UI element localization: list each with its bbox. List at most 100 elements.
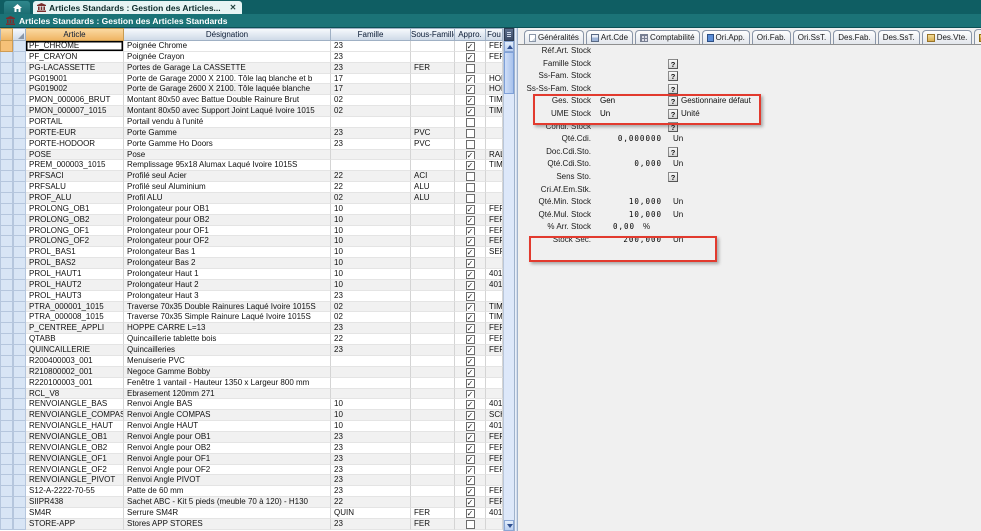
cell-article[interactable]: QTABB [26, 334, 124, 345]
cell-famille[interactable]: 23 [331, 432, 411, 443]
row-selector-cell[interactable] [13, 160, 26, 171]
table-row[interactable]: RENVOIANGLE_BASRenvoi Angle BAS10✓4010 [0, 399, 503, 410]
row-selector-cell[interactable] [13, 41, 26, 52]
cell-sous-famille[interactable] [411, 160, 455, 171]
cell-designation[interactable]: Renvoi Angle BAS [124, 399, 331, 410]
cell-designation[interactable]: Profilé seul Acier [124, 171, 331, 182]
cell-fournisseur[interactable] [486, 389, 503, 400]
cell-article[interactable]: R210800002_001 [26, 367, 124, 378]
cell-fournisseur[interactable]: FER [486, 323, 503, 334]
cell-fournisseur[interactable]: FER [486, 454, 503, 465]
panel-tab-ori-sst-[interactable]: Ori.SsT. [793, 30, 831, 44]
row-selector-cell[interactable] [13, 367, 26, 378]
cell-fournisseur[interactable] [486, 63, 503, 74]
cell-famille[interactable]: 10 [331, 226, 411, 237]
row-selector-cell[interactable] [13, 465, 26, 476]
cell-designation[interactable]: Serrure SM4R [124, 508, 331, 519]
cell-designation[interactable]: Portes de Garage La CASSETTE [124, 63, 331, 74]
appro-checkbox-checked[interactable]: ✓ [466, 161, 475, 170]
cell-fournisseur[interactable] [486, 291, 503, 302]
cell-famille[interactable]: 23 [331, 519, 411, 530]
cell-designation[interactable]: Prolongateur Haut 2 [124, 280, 331, 291]
cell-famille[interactable]: 23 [331, 128, 411, 139]
cell-fournisseur[interactable]: RAL [486, 150, 503, 161]
panel-tab-ori-app-[interactable]: Ori.App. [702, 30, 750, 44]
cell-fournisseur[interactable]: FER [486, 334, 503, 345]
table-row[interactable]: R200400003_001Menuiserie PVC✓ [0, 356, 503, 367]
cell-article[interactable]: SM4R [26, 508, 124, 519]
table-row[interactable]: SM4RSerrure SM4RQUINFER✓4010 [0, 508, 503, 519]
cell-famille[interactable]: 10 [331, 269, 411, 280]
cell-famille[interactable]: 23 [331, 63, 411, 74]
cell-sous-famille[interactable] [411, 475, 455, 486]
cell-sous-famille[interactable] [411, 226, 455, 237]
appro-checkbox-checked[interactable]: ✓ [466, 248, 475, 257]
row-selector-cell[interactable] [13, 204, 26, 215]
cell-designation[interactable]: Renvoi Angle pour OF2 [124, 465, 331, 476]
cell-famille[interactable]: 22 [331, 497, 411, 508]
appro-checkbox-checked[interactable]: ✓ [466, 259, 475, 268]
table-row[interactable]: PREM_000003_1015Remplissage 95x18 Alumax… [0, 160, 503, 171]
appro-checkbox-checked[interactable]: ✓ [466, 400, 475, 409]
cell-sous-famille[interactable] [411, 389, 455, 400]
row-selector-cell[interactable] [13, 302, 26, 313]
cell-designation[interactable]: Poignée Crayon [124, 52, 331, 63]
cell-fournisseur[interactable]: FER [486, 204, 503, 215]
row-selector-cell[interactable] [13, 356, 26, 367]
cell-famille[interactable]: 02 [331, 95, 411, 106]
select-all-corner[interactable] [13, 28, 26, 41]
cell-famille[interactable]: 17 [331, 74, 411, 85]
cell-article[interactable]: PROLONG_OF1 [26, 226, 124, 237]
appro-checkbox-checked[interactable]: ✓ [466, 509, 475, 518]
field-numeric-value[interactable]: 0,000000 [598, 133, 662, 146]
cell-sous-famille[interactable]: PVC [411, 139, 455, 150]
lookup-help-button[interactable]: ? [668, 147, 678, 157]
cell-famille[interactable]: 10 [331, 410, 411, 421]
cell-famille[interactable]: 10 [331, 258, 411, 269]
table-row[interactable]: RENVOIANGLE_COMPASRenvoi Angle COMPAS10✓… [0, 410, 503, 421]
close-icon[interactable]: ✕ [230, 3, 237, 12]
cell-article[interactable]: PROL_HAUT1 [26, 269, 124, 280]
cell-article[interactable]: RCL_V8 [26, 389, 124, 400]
cell-sous-famille[interactable] [411, 486, 455, 497]
cell-article[interactable]: PF_CRAYON [26, 52, 124, 63]
cell-fournisseur[interactable]: HOR [486, 84, 503, 95]
cell-article[interactable]: PROL_BAS2 [26, 258, 124, 269]
cell-famille[interactable]: 02 [331, 312, 411, 323]
row-selector-cell[interactable] [13, 74, 26, 85]
scroll-up-arrow[interactable] [504, 41, 514, 52]
cell-fournisseur[interactable]: FER [486, 486, 503, 497]
cell-fournisseur[interactable]: HOR [486, 74, 503, 85]
table-row[interactable]: PORTE-HODOORPorte Gamme Ho Doors23PVC [0, 139, 503, 150]
cell-article[interactable]: RENVOIANGLE_BAS [26, 399, 124, 410]
table-row[interactable]: S12-A-2222-70-55Patte de 60 mm23✓FER [0, 486, 503, 497]
cell-article[interactable]: SIIPR438 [26, 497, 124, 508]
cell-famille[interactable]: 22 [331, 171, 411, 182]
cell-fournisseur[interactable]: 4010 [486, 508, 503, 519]
row-selector-cell[interactable] [13, 280, 26, 291]
cell-fournisseur[interactable]: SEP [486, 247, 503, 258]
cell-sous-famille[interactable] [411, 399, 455, 410]
appro-checkbox-unchecked[interactable] [466, 520, 475, 529]
cell-article[interactable]: PMON_000006_BRUT [26, 95, 124, 106]
cell-sous-famille[interactable] [411, 258, 455, 269]
table-row[interactable]: PG019002Porte de Garage 2600 X 2100. Tôl… [0, 84, 503, 95]
table-row[interactable]: PROLONG_OF2Prolongateur pour OF210✓FER [0, 236, 503, 247]
table-row[interactable]: PROL_BAS2Prolongateur Bas 210✓ [0, 258, 503, 269]
cell-designation[interactable]: Quincaillerie tablette bois [124, 334, 331, 345]
cell-designation[interactable]: Prolongateur Haut 3 [124, 291, 331, 302]
cell-article[interactable]: R220100003_001 [26, 378, 124, 389]
row-selector-cell[interactable] [13, 312, 26, 323]
table-row[interactable]: PMON_000006_BRUTMontant 80x50 avec Battu… [0, 95, 503, 106]
cell-article[interactable]: PRFSALU [26, 182, 124, 193]
cell-fournisseur[interactable]: TIM [486, 95, 503, 106]
cell-famille[interactable] [331, 356, 411, 367]
cell-sous-famille[interactable]: ACI [411, 171, 455, 182]
table-row[interactable]: PG019001Porte de Garage 2000 X 2100. Tôl… [0, 74, 503, 85]
cell-designation[interactable]: Prolongateur Bas 1 [124, 247, 331, 258]
appro-checkbox-checked[interactable]: ✓ [466, 270, 475, 279]
cell-sous-famille[interactable] [411, 356, 455, 367]
cell-sous-famille[interactable]: ALU [411, 182, 455, 193]
cell-famille[interactable]: 23 [331, 454, 411, 465]
appro-checkbox-checked[interactable]: ✓ [466, 205, 475, 214]
